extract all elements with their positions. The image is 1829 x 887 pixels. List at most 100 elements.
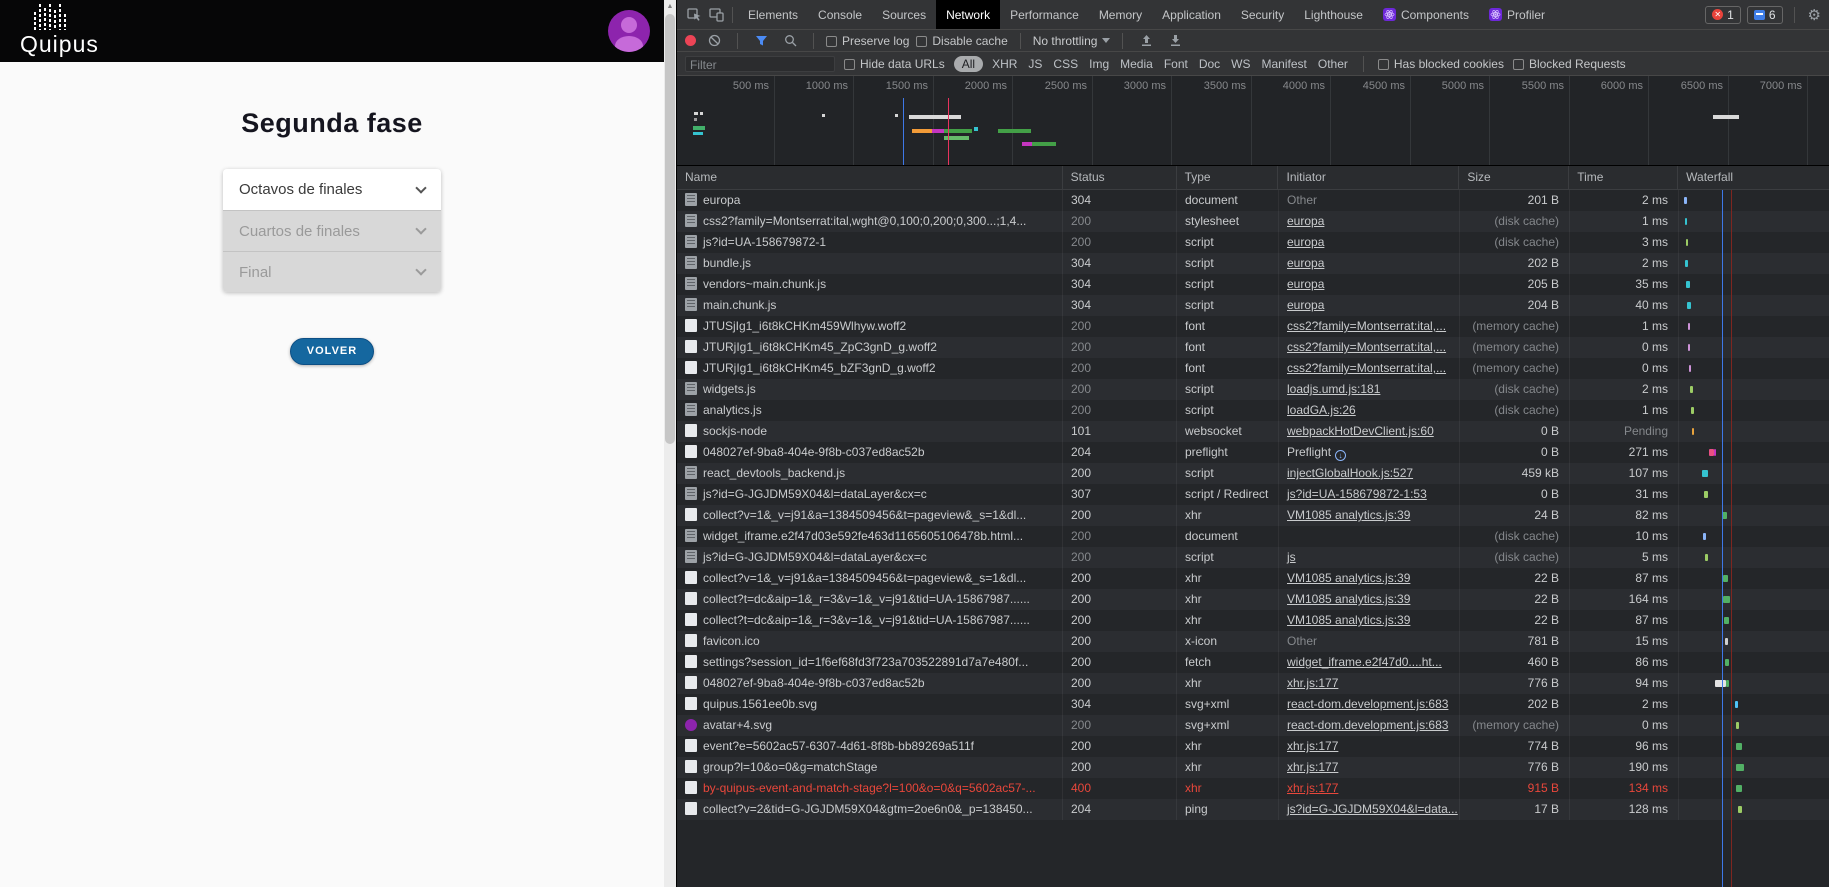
tab-console[interactable]: Console xyxy=(808,0,872,29)
initiator-link[interactable]: xhr.js:177 xyxy=(1287,781,1338,795)
initiator-link[interactable]: europa xyxy=(1287,298,1324,312)
tab-application[interactable]: Application xyxy=(1152,0,1231,29)
network-request-row[interactable]: collect?v=2&tid=G-JGJDM59X04&gtm=2oe6n0&… xyxy=(677,799,1829,820)
throttling-select[interactable]: No throttling xyxy=(1033,34,1111,48)
network-request-row[interactable]: JTUSjIg1_i6t8kCHKm459Wlhyw.woff2200fontc… xyxy=(677,316,1829,337)
hide-data-urls-checkbox[interactable]: Hide data URLs xyxy=(844,57,945,71)
record-button[interactable] xyxy=(685,35,696,46)
tab-security[interactable]: Security xyxy=(1231,0,1294,29)
initiator-link[interactable]: europa xyxy=(1287,277,1324,291)
initiator-link[interactable]: react-dom.development.js:683 xyxy=(1287,718,1448,732)
network-request-row[interactable]: event?e=5602ac57-6307-4d61-8f8b-bb89269a… xyxy=(677,736,1829,757)
initiator-link[interactable]: react-dom.development.js:683 xyxy=(1287,697,1448,711)
scrollbar-thumb[interactable] xyxy=(665,14,675,444)
network-request-row[interactable]: collect?t=dc&aip=1&_r=3&v=1&_v=j91&tid=U… xyxy=(677,589,1829,610)
settings-gear-icon[interactable]: ⚙ xyxy=(1808,6,1821,24)
filter-type-css[interactable]: CSS xyxy=(1053,57,1078,71)
initiator-link[interactable]: xhr.js:177 xyxy=(1287,760,1338,774)
blocked-requests-checkbox[interactable]: Blocked Requests xyxy=(1513,57,1626,71)
search-icon[interactable] xyxy=(779,31,801,51)
network-request-row[interactable]: avatar+4.svg200svg+xmlreact-dom.developm… xyxy=(677,715,1829,736)
network-request-row[interactable]: analytics.js200scriptloadGA.js:26(disk c… xyxy=(677,400,1829,421)
network-request-row[interactable]: settings?session_id=1f6ef68fd3f723a70352… xyxy=(677,652,1829,673)
network-request-row[interactable]: 048027ef-9ba8-404e-9f8b-c037ed8ac52b204p… xyxy=(677,442,1829,463)
column-header-status[interactable]: Status xyxy=(1062,166,1176,189)
tab-sources[interactable]: Sources xyxy=(872,0,936,29)
dropdown-final[interactable]: Final xyxy=(223,251,441,292)
initiator-link[interactable]: injectGlobalHook.js:527 xyxy=(1287,466,1413,480)
filter-funnel-icon[interactable] xyxy=(750,31,772,51)
filter-type-img[interactable]: Img xyxy=(1089,57,1109,71)
network-request-row[interactable]: css2?family=Montserrat:ital,wght@0,100;0… xyxy=(677,211,1829,232)
initiator-link[interactable]: css2?family=Montserrat:ital,... xyxy=(1287,319,1446,333)
quipus-logo[interactable]: Quipus xyxy=(20,4,99,58)
initiator-link[interactable]: loadjs.umd.js:181 xyxy=(1287,382,1380,396)
tab-network[interactable]: Network xyxy=(936,0,1000,29)
initiator-link[interactable]: VM1085 analytics.js:39 xyxy=(1287,508,1410,522)
page-scrollbar[interactable]: ▲ xyxy=(664,0,676,887)
initiator-link[interactable]: VM1085 analytics.js:39 xyxy=(1287,571,1410,585)
initiator-link[interactable]: js?id=UA-158679872-1:53 xyxy=(1287,487,1427,501)
network-request-row[interactable]: JTURjIg1_i6t8kCHKm45_bZF3gnD_g.woff2200f… xyxy=(677,358,1829,379)
initiator-link[interactable]: css2?family=Montserrat:ital,... xyxy=(1287,361,1446,375)
clear-log-icon[interactable] xyxy=(703,31,725,51)
initiator-link[interactable]: europa xyxy=(1287,235,1324,249)
tab-lighthouse[interactable]: Lighthouse xyxy=(1294,0,1373,29)
tab-memory[interactable]: Memory xyxy=(1089,0,1152,29)
network-request-row[interactable]: widget_iframe.e2f47d03e592fe463d11656051… xyxy=(677,526,1829,547)
initiator-link[interactable]: widget_iframe.e2f47d0....ht... xyxy=(1287,655,1442,669)
dropdown-cuartos[interactable]: Cuartos de finales xyxy=(223,210,441,251)
import-har-icon[interactable] xyxy=(1135,31,1157,51)
network-request-row[interactable]: js?id=G-JGJDM59X04&l=dataLayer&cx=c200sc… xyxy=(677,547,1829,568)
column-header-name[interactable]: Name xyxy=(677,166,1062,189)
network-request-row[interactable]: vendors~main.chunk.js304scripteuropa205 … xyxy=(677,274,1829,295)
preserve-log-checkbox[interactable]: Preserve log xyxy=(826,34,909,48)
network-request-row[interactable]: by-quipus-event-and-match-stage?l=100&o=… xyxy=(677,778,1829,799)
filter-type-js[interactable]: JS xyxy=(1028,57,1042,71)
network-request-row[interactable]: 048027ef-9ba8-404e-9f8b-c037ed8ac52b200x… xyxy=(677,673,1829,694)
filter-type-manifest[interactable]: Manifest xyxy=(1262,57,1307,71)
network-request-row[interactable]: widgets.js200scriptloadjs.umd.js:181(dis… xyxy=(677,379,1829,400)
tab-components[interactable]: Components xyxy=(1373,0,1479,29)
tab-elements[interactable]: Elements xyxy=(738,0,808,29)
network-request-row[interactable]: js?id=UA-158679872-1200scripteuropa(disk… xyxy=(677,232,1829,253)
initiator-link[interactable]: webpackHotDevClient.js:60 xyxy=(1287,424,1434,438)
column-header-initiator[interactable]: Initiator xyxy=(1277,166,1458,189)
initiator-link[interactable]: loadGA.js:26 xyxy=(1287,403,1356,417)
filter-input[interactable]: Filter xyxy=(685,56,835,72)
initiator-link[interactable]: VM1085 analytics.js:39 xyxy=(1287,592,1410,606)
export-har-icon[interactable] xyxy=(1164,31,1186,51)
inspect-element-icon[interactable] xyxy=(683,5,705,25)
network-request-row[interactable]: collect?v=1&_v=j91&a=1384509456&t=pagevi… xyxy=(677,568,1829,589)
initiator-link[interactable]: europa xyxy=(1287,214,1324,228)
scrollbar-up-arrow[interactable]: ▲ xyxy=(664,0,676,13)
network-request-row[interactable]: main.chunk.js304scripteuropa204 B40 ms xyxy=(677,295,1829,316)
network-request-row[interactable]: collect?v=1&_v=j91&a=1384509456&t=pagevi… xyxy=(677,505,1829,526)
network-request-row[interactable]: collect?t=dc&aip=1&_r=3&v=1&_v=j91&tid=U… xyxy=(677,610,1829,631)
tab-performance[interactable]: Performance xyxy=(1000,0,1089,29)
volver-button[interactable]: VOLVER xyxy=(290,338,374,365)
filter-type-font[interactable]: Font xyxy=(1164,57,1188,71)
initiator-link[interactable]: xhr.js:177 xyxy=(1287,739,1338,753)
network-request-row[interactable]: bundle.js304scripteuropa202 B2 ms xyxy=(677,253,1829,274)
initiator-link[interactable]: VM1085 analytics.js:39 xyxy=(1287,613,1410,627)
has-blocked-cookies-checkbox[interactable]: Has blocked cookies xyxy=(1378,57,1504,71)
initiator-link[interactable]: js xyxy=(1287,550,1296,564)
filter-type-other[interactable]: Other xyxy=(1318,57,1348,71)
filter-type-all[interactable]: All xyxy=(954,56,983,72)
initiator-link[interactable]: xhr.js:177 xyxy=(1287,676,1338,690)
filter-type-xhr[interactable]: XHR xyxy=(992,57,1017,71)
column-header-size[interactable]: Size xyxy=(1458,166,1568,189)
column-header-time[interactable]: Time xyxy=(1568,166,1677,189)
network-request-row[interactable]: europa304documentOther201 B2 ms xyxy=(677,190,1829,211)
column-header-type[interactable]: Type xyxy=(1176,166,1278,189)
dropdown-octavos[interactable]: Octavos de finales xyxy=(223,169,441,210)
filter-type-ws[interactable]: WS xyxy=(1231,57,1250,71)
network-request-row[interactable]: react_devtools_backend.js200scriptinject… xyxy=(677,463,1829,484)
error-count-badge[interactable]: ✕ 1 xyxy=(1705,6,1741,24)
issues-count-badge[interactable]: 6 xyxy=(1747,6,1783,24)
user-avatar[interactable] xyxy=(608,10,650,52)
preflight-info-icon[interactable]: ↓ xyxy=(1335,450,1346,461)
initiator-link[interactable]: europa xyxy=(1287,256,1324,270)
network-request-row[interactable]: quipus.1561ee0b.svg304svg+xmlreact-dom.d… xyxy=(677,694,1829,715)
